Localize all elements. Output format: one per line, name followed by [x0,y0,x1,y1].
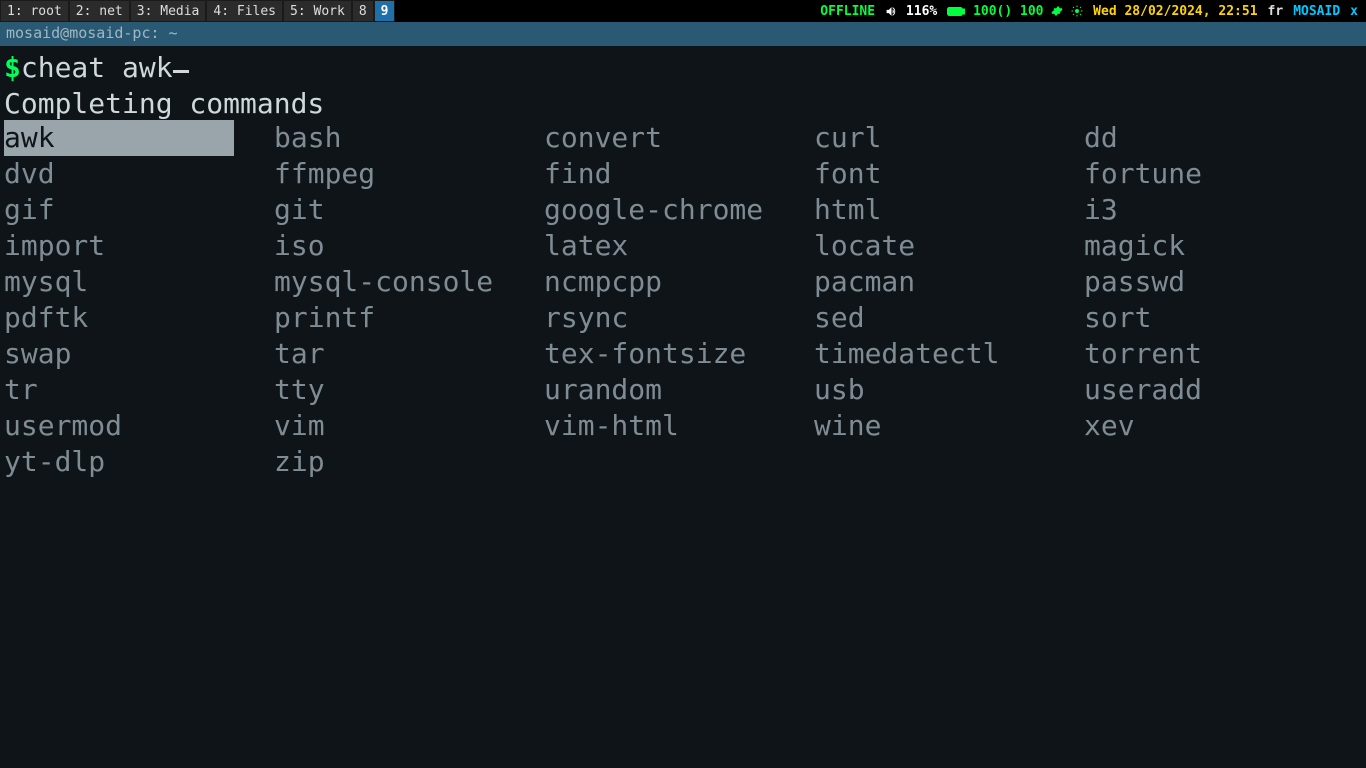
completion-item[interactable]: git [274,192,544,228]
completion-item[interactable]: usb [814,372,1084,408]
completion-item[interactable]: i3 [1084,192,1354,228]
completion-item[interactable]: magick [1084,228,1354,264]
workspace-6[interactable]: 8 [352,0,374,22]
completion-item[interactable]: useradd [1084,372,1354,408]
workspace-2[interactable]: 2: net [69,0,130,22]
completion-item[interactable]: wine [814,408,1084,444]
completion-item[interactable]: font [814,156,1084,192]
completion-item[interactable]: locate [814,228,1084,264]
status-area: OFFLINE 116% 100() 100 Wed 28/02/2024, 2… [820,4,1366,19]
completion-item[interactable]: ncmpcpp [544,264,814,300]
completion-item[interactable]: vim-html [544,408,814,444]
workspace-list: 1: root2: net3: Media4: Files5: Work89 [0,0,395,22]
workspace-3[interactable]: 3: Media [130,0,207,22]
completion-item[interactable]: mysql [4,264,274,300]
completion-item[interactable]: torrent [1084,336,1354,372]
completion-item[interactable]: ffmpeg [274,156,544,192]
completion-item[interactable]: gif [4,192,274,228]
completion-item[interactable]: urandom [544,372,814,408]
completion-item[interactable]: tr [4,372,274,408]
completion-item[interactable]: rsync [544,300,814,336]
workspace-7[interactable]: 9 [374,0,396,22]
status-bar: 1: root2: net3: Media4: Files5: Work89 O… [0,0,1366,22]
completion-item[interactable]: dd [1084,120,1354,156]
completion-item[interactable]: sed [814,300,1084,336]
window-title: mosaid@mosaid-pc: ~ [6,24,178,42]
battery-indicator: 100() 100 [947,4,1083,19]
terminal-window: mosaid@mosaid-pc: ~ $cheat awk Completin… [0,22,1366,768]
workspace-4[interactable]: 4: Files [206,0,283,22]
completion-item[interactable]: swap [4,336,274,372]
net-status: OFFLINE [820,4,875,19]
completion-item[interactable]: find [544,156,814,192]
workspace-5[interactable]: 5: Work [283,0,352,22]
volume-indicator: 116% [885,4,937,19]
completion-item[interactable]: html [814,192,1084,228]
completion-item[interactable]: yt-dlp [4,444,274,480]
completion-item[interactable]: vim [274,408,544,444]
completion-item[interactable]: fortune [1084,156,1354,192]
datetime: Wed 28/02/2024, 22:51 [1093,4,1257,19]
completion-item[interactable]: tar [274,336,544,372]
speaker-icon [885,5,898,18]
completion-item[interactable]: pdftk [4,300,274,336]
completion-item[interactable]: pacman [814,264,1084,300]
completion-header: Completing commands [4,86,1362,122]
brightness-icon [1071,5,1083,17]
completion-item[interactable]: zip [274,444,544,480]
hostname-tag: MOSAID [1293,4,1340,19]
completion-item[interactable]: import [4,228,274,264]
completion-item[interactable]: usermod [4,408,274,444]
completion-item[interactable]: convert [544,120,814,156]
completion-item[interactable]: latex [544,228,814,264]
command-text: cheat awk [21,51,173,84]
completion-item[interactable]: dvd [4,156,274,192]
prompt-symbol: $ [4,51,21,84]
keyboard-layout: fr [1268,4,1284,19]
prompt-line: $cheat awk [4,50,1362,86]
completion-item[interactable]: mysql-console [274,264,544,300]
completion-grid: awkbashconvertcurldd dvdffmpegfindfontfor… [4,120,1362,480]
completion-item[interactable]: google-chrome [544,192,814,228]
completion-item[interactable]: sort [1084,300,1354,336]
completion-item[interactable]: curl [814,120,1084,156]
completion-item[interactable]: iso [274,228,544,264]
completion-item[interactable]: bash [274,120,544,156]
gear-icon [1051,5,1063,17]
completion-item[interactable]: passwd [1084,264,1354,300]
completion-item[interactable]: xev [1084,408,1354,444]
terminal-area[interactable]: $cheat awk Completing commands awkbashco… [0,46,1366,484]
completion-item[interactable]: awk [4,120,274,156]
completion-item[interactable]: timedatectl [814,336,1084,372]
completion-item[interactable]: tex-fontsize [544,336,814,372]
bar-close-button[interactable]: x [1350,4,1358,19]
completion-item[interactable]: printf [274,300,544,336]
window-titlebar: mosaid@mosaid-pc: ~ [0,22,1366,46]
completion-item[interactable]: tty [274,372,544,408]
text-cursor [173,70,189,73]
workspace-1[interactable]: 1: root [0,0,69,22]
battery-icon [947,6,965,17]
